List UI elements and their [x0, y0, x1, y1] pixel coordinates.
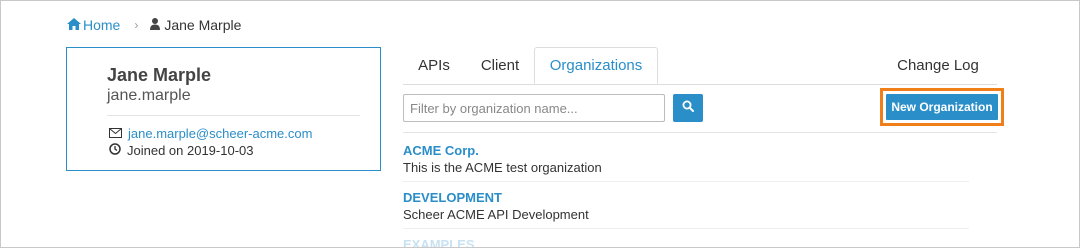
profile-joined-row: Joined on 2019-10-03: [109, 143, 254, 158]
new-organization-button[interactable]: New Organization: [886, 94, 998, 120]
user-icon: [150, 17, 161, 33]
clock-icon: [109, 143, 121, 158]
profile-divider: [107, 115, 360, 116]
envelope-icon: [109, 126, 122, 141]
chevron-right-icon: ›: [134, 18, 139, 32]
breadcrumb-current: Jane Marple: [150, 17, 241, 33]
tab-bar: APIs Client Organizations Change Log: [403, 47, 997, 85]
organization-name-link[interactable]: EXAMPLES: [403, 237, 969, 247]
list-item: DEVELOPMENT Scheer ACME API Development: [403, 190, 969, 222]
search-icon: [682, 99, 694, 117]
content-divider: [403, 132, 997, 133]
tab-change-log[interactable]: Change Log: [893, 47, 983, 83]
organization-description: This is the ACME test organization: [403, 160, 602, 175]
tab-client[interactable]: Client: [469, 47, 531, 83]
tab-organizations[interactable]: Organizations: [534, 47, 658, 84]
breadcrumb-home-link[interactable]: Home: [67, 17, 120, 33]
organization-name-link[interactable]: ACME Corp.: [403, 143, 969, 158]
breadcrumb-current-label: Jane Marple: [164, 17, 242, 33]
list-item: ACME Corp. This is the ACME test organiz…: [403, 143, 969, 175]
breadcrumb-home-label: Home: [83, 17, 121, 33]
profile-name: Jane Marple: [107, 65, 212, 85]
breadcrumb: Home › Jane Marple: [67, 17, 241, 33]
profile-email-row: jane.marple@scheer-acme.com: [109, 126, 312, 141]
tab-apis[interactable]: APIs: [403, 47, 465, 83]
app-frame: Home › Jane Marple Jane Marple jane.marp…: [0, 0, 1080, 248]
search-button[interactable]: [673, 94, 703, 122]
organization-description: Scheer ACME API Development: [403, 207, 589, 222]
profile-joined-date: Joined on 2019-10-03: [127, 143, 254, 158]
organization-name-link[interactable]: DEVELOPMENT: [403, 190, 969, 205]
list-divider: [403, 181, 969, 182]
profile-card: Jane Marple jane.marple jane.marple@sche…: [66, 47, 381, 171]
list-item: EXAMPLES: [403, 237, 969, 247]
home-icon: [67, 17, 81, 33]
organization-filter-input[interactable]: [403, 94, 665, 122]
profile-username: jane.marple: [107, 87, 191, 104]
list-divider: [403, 228, 969, 229]
profile-email-link[interactable]: jane.marple@scheer-acme.com: [128, 126, 312, 141]
new-organization-highlight: New Organization: [880, 88, 1004, 126]
